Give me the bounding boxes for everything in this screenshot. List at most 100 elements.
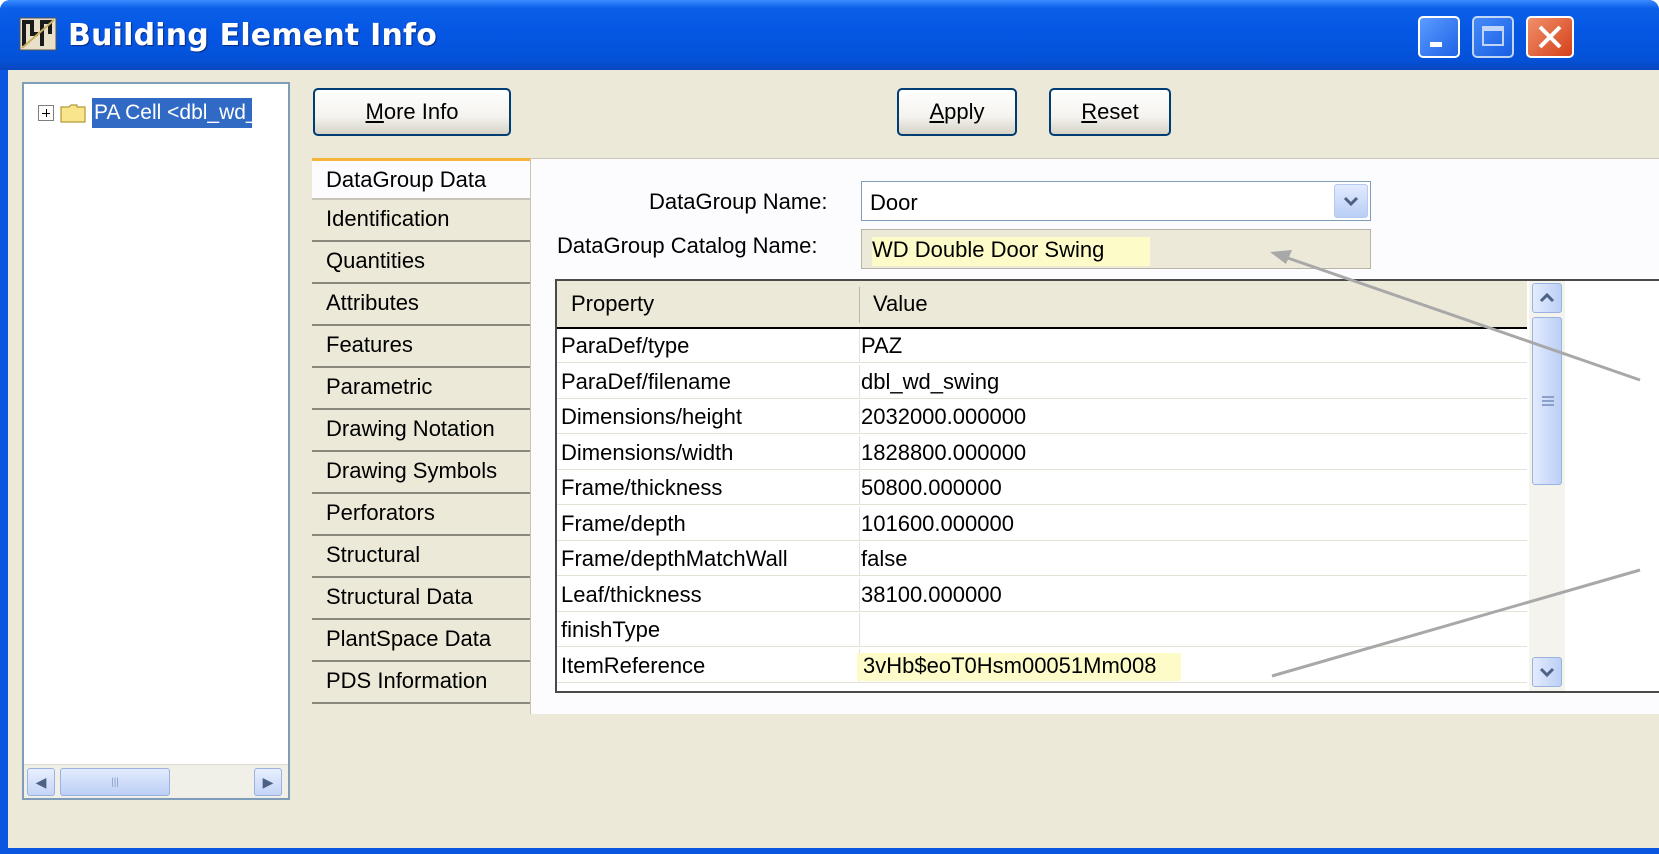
value-cell[interactable]: 1828800.000000 [861,440,1026,466]
property-grid[interactable]: Property Value ParaDef/type PAZ ParaDef/fi… [555,279,1659,693]
tab-drawing-notation[interactable]: Drawing Notation [312,410,534,452]
property-cell[interactable]: Leaf/thickness [561,582,702,608]
tab-parametric[interactable]: Parametric [312,368,534,410]
app-window: Building Element Info PA Cell <dbl_wd ◀ … [0,0,1659,854]
property-cell[interactable]: Frame/depthMatchWall [561,546,788,572]
chevron-up-icon [1539,292,1555,303]
window-title: Building Element Info [68,18,438,53]
tab-structural-data[interactable]: Structural Data [312,578,534,620]
column-divider [859,577,860,612]
tree-horizontal-scrollbar[interactable]: ◀ ||| ▶ [24,764,288,798]
column-divider [859,329,860,363]
title-bar[interactable]: Building Element Info [0,0,1659,70]
close-button[interactable] [1526,16,1574,58]
value-column-header[interactable]: Value [873,291,928,317]
scroll-left-button[interactable]: ◀ [27,768,55,796]
catalog-name-value: WD Double Door Swing [872,237,1151,266]
side-tabs: DataGroup Data Identification Quantities… [312,158,534,704]
tab-plantspace-data[interactable]: PlantSpace Data [312,620,534,662]
table-row[interactable]: ParaDef/filename dbl_wd_swing [557,364,1527,399]
maximize-button[interactable] [1472,16,1514,58]
grid-header: Property Value [557,281,1527,329]
close-icon [1538,25,1562,49]
tab-drawing-symbols[interactable]: Drawing Symbols [312,452,534,494]
reset-mnemonic: R [1081,99,1098,124]
column-divider [859,364,860,399]
property-cell[interactable]: ParaDef/filename [561,369,731,395]
table-row[interactable]: Frame/depth 101600.000000 [557,506,1527,541]
folder-icon [60,104,86,123]
apply-button[interactable]: Apply [897,88,1017,136]
tab-quantities[interactable]: Quantities [312,242,534,284]
tab-structural[interactable]: Structural [312,536,534,578]
tab-pds-information[interactable]: PDS Information [312,662,534,704]
datagroup-name-select[interactable]: Door [861,181,1371,221]
reset-label: eset [1097,99,1139,124]
tab-perforators[interactable]: Perforators [312,494,534,536]
datagroup-panel: DataGroup Name: Door DataGroup Catalog N… [530,158,1659,714]
minimize-icon [1430,42,1442,47]
dialog-body: PA Cell <dbl_wd_swing> ◀ ||| ▶ More Info… [8,70,1659,848]
scroll-thumb[interactable]: ||| [60,768,170,796]
property-cell[interactable]: ParaDef/type [561,333,689,359]
column-divider [859,400,860,434]
table-row[interactable]: Leaf/thickness 38100.000000 [557,577,1527,612]
table-row[interactable]: Dimensions/width 1828800.000000 [557,435,1527,470]
column-divider [859,542,860,576]
apply-label: pply [944,99,985,124]
more-info-mnemonic: M [365,99,384,124]
scroll-down-button[interactable] [1532,657,1562,687]
dropdown-button[interactable] [1334,184,1368,218]
value-cell[interactable]: 2032000.000000 [861,404,1026,430]
tree-node[interactable]: PA Cell <dbl_wd_swing> [38,96,252,130]
property-cell[interactable]: Frame/depth [561,511,686,537]
table-row[interactable]: Frame/thickness 50800.000000 [557,471,1527,505]
tab-identification[interactable]: Identification [312,200,534,242]
column-divider [859,613,860,647]
grip-icon: ||| [111,776,119,788]
catalog-name-field: WD Double Door Swing [861,229,1371,269]
expand-icon[interactable] [38,105,54,121]
value-cell[interactable]: 50800.000000 [861,475,1002,501]
property-cell[interactable]: Frame/thickness [561,475,722,501]
tab-attributes[interactable]: Attributes [312,284,534,326]
property-column-header[interactable]: Property [571,291,654,317]
table-row[interactable]: Frame/depthMatchWall false [557,542,1527,576]
property-cell[interactable]: Dimensions/height [561,404,742,430]
tab-datagroup-data[interactable]: DataGroup Data [312,158,534,200]
table-row[interactable]: Dimensions/height 2032000.000000 [557,400,1527,434]
table-row[interactable]: ParaDef/type PAZ [557,329,1527,363]
maximize-icon [1482,26,1504,46]
apply-mnemonic: A [929,99,945,124]
column-divider [859,506,860,541]
property-cell[interactable]: finishType [561,617,660,643]
table-row[interactable]: finishType [557,613,1527,647]
column-divider [859,287,860,323]
value-cell[interactable]: 38100.000000 [861,582,1002,608]
value-cell[interactable]: PAZ [861,333,902,359]
datagroup-name-label: DataGroup Name: [649,189,828,214]
tree-node-label[interactable]: PA Cell <dbl_wd_swing> [92,98,252,128]
tab-features[interactable]: Features [312,326,534,368]
table-row[interactable]: ItemReference 3vHb$eoT0Hsm00051Mm008 [557,648,1527,683]
minimize-button[interactable] [1418,16,1460,58]
scroll-up-button[interactable] [1532,283,1562,313]
scroll-right-button[interactable]: ▶ [254,768,282,796]
chevron-down-icon [1539,667,1555,678]
scroll-thumb[interactable] [1532,317,1562,485]
property-cell[interactable]: Dimensions/width [561,440,733,466]
element-tree[interactable]: PA Cell <dbl_wd_swing> ◀ ||| ▶ [22,82,290,800]
grid-vertical-scrollbar[interactable] [1529,281,1565,691]
property-cell[interactable]: ItemReference [561,653,705,679]
column-divider [859,471,860,505]
chevron-right-icon: ▶ [262,773,274,790]
value-cell[interactable]: dbl_wd_swing [861,369,999,395]
chevron-left-icon: ◀ [35,773,47,790]
value-cell[interactable]: 101600.000000 [861,511,1014,537]
reset-button[interactable]: Reset [1049,88,1171,136]
value-cell[interactable]: 3vHb$eoT0Hsm00051Mm008 [857,652,1181,681]
datagroup-name-value: Door [870,190,918,215]
column-divider [859,435,860,470]
more-info-button[interactable]: More Info [313,88,511,136]
value-cell[interactable]: false [861,546,907,572]
